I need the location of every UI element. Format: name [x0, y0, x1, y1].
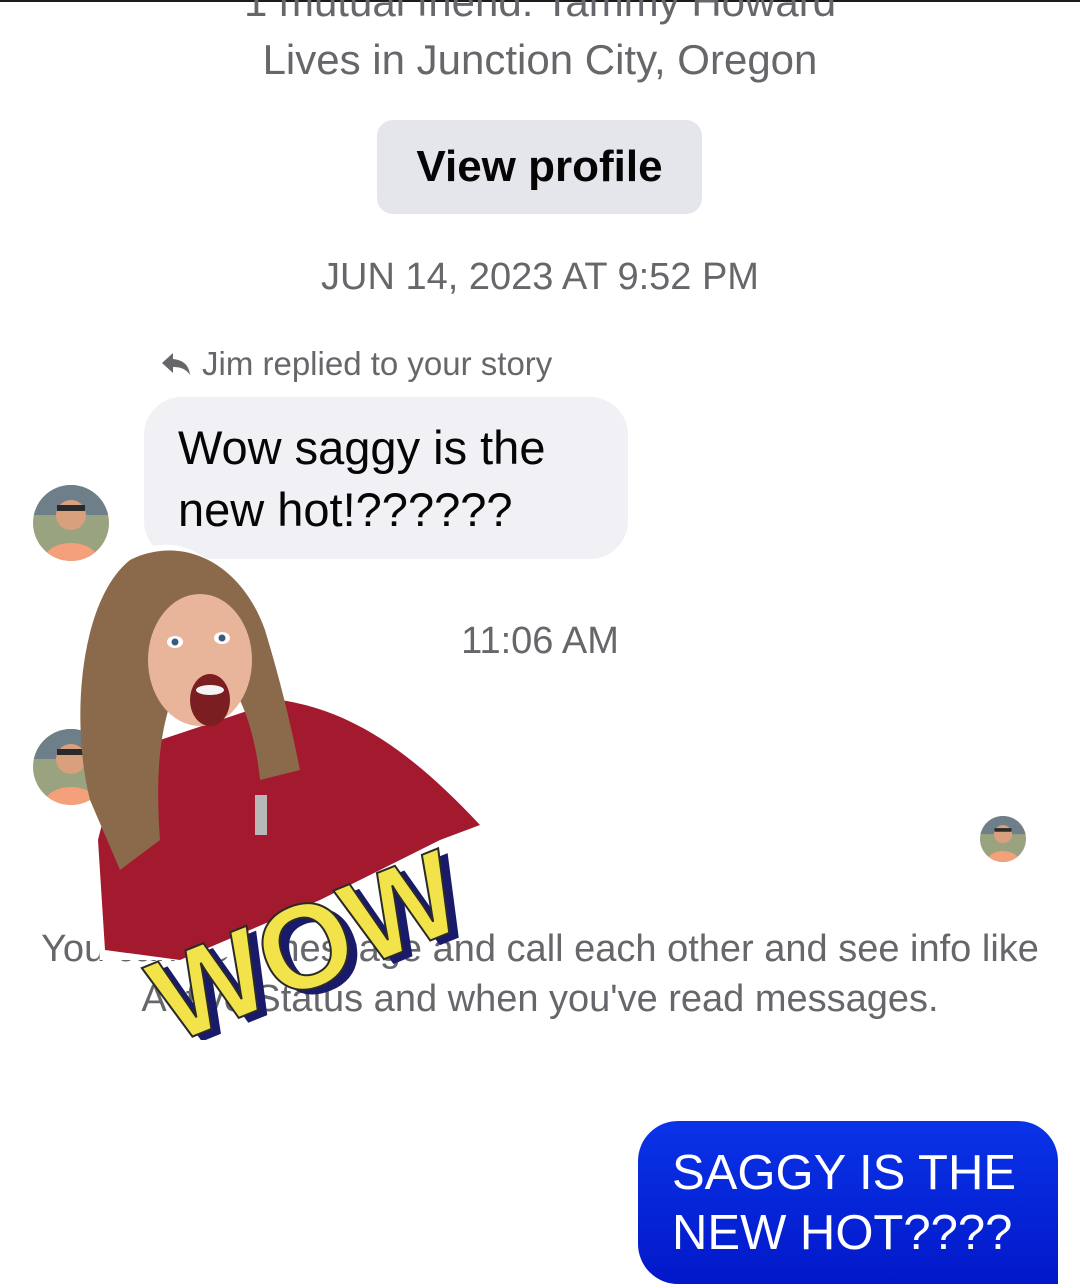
- mutual-friend-line: 1 mutual friend: Tammy Howard: [243, 0, 837, 25]
- seen-avatar: [980, 816, 1026, 862]
- story-reply-label: Jim replied to your story: [202, 345, 553, 382]
- wow-sticker[interactable]: WOW WOW: [60, 540, 500, 1040]
- reply-arrow-icon: [162, 353, 190, 375]
- view-profile-button[interactable]: View profile: [377, 120, 702, 214]
- incoming-message-bubble[interactable]: Wow saggy is the new hot!??????: [144, 397, 628, 559]
- story-reply-hint: Jim replied to your story: [160, 344, 552, 384]
- location-line: Lives in Junction City, Oregon: [262, 36, 818, 83]
- timestamp: JUN 14, 2023 AT 9:52 PM: [321, 256, 759, 298]
- outgoing-message-bubble[interactable]: SAGGY IS THE NEW HOT????: [638, 1121, 1058, 1284]
